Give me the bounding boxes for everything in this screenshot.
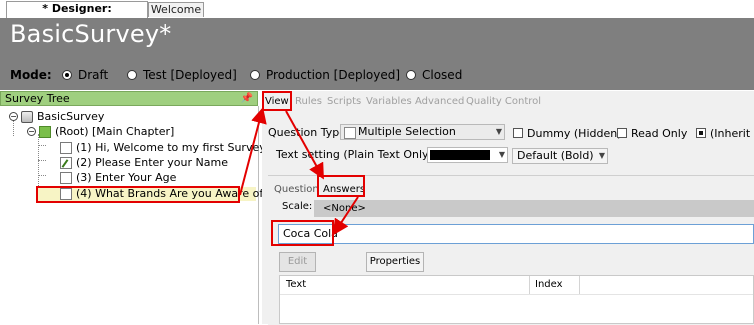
radio-icon [406, 70, 416, 80]
scale-label: Scale: [282, 201, 313, 212]
mode-radio-closed[interactable]: Closed [406, 68, 462, 82]
collapse-icon[interactable]: − [27, 127, 36, 136]
collapse-icon[interactable]: − [9, 112, 18, 121]
tree-node-label: (2) Please Enter your Name [76, 156, 228, 169]
column-header-text[interactable]: Text [286, 279, 306, 290]
survey-tree-title: Survey Tree [5, 92, 70, 105]
tab-variables[interactable]: Variables [366, 96, 412, 107]
question-type-value: Multiple Selection [358, 125, 456, 138]
column-header-index[interactable]: Index [535, 279, 563, 290]
radio-icon [127, 70, 137, 80]
tree-connector [38, 160, 46, 161]
text-question-icon [60, 156, 72, 169]
mode-option-label: Draft [78, 68, 109, 82]
chevron-down-icon: ▼ [495, 127, 502, 136]
tree-node-label: (Root) [Main Chapter] [55, 125, 175, 138]
mode-option-label: Test [Deployed] [143, 68, 237, 82]
survey-title: BasicSurvey* [10, 20, 172, 48]
tab-welcome[interactable]: Welcome [148, 2, 204, 17]
column-divider [579, 276, 580, 294]
font-style-select[interactable]: Default (Bold) ▼ [512, 148, 608, 164]
grid-header: Text Index [280, 276, 753, 295]
tree-node-question-1[interactable]: (1) Hi, Welcome to my first Survey [60, 141, 266, 154]
checkbox-label: Read Only [631, 127, 688, 140]
question-type-label: Question Type: [268, 126, 350, 139]
tab-advanced[interactable]: Advanced [415, 96, 464, 107]
dummy-hidden-checkbox[interactable] [513, 128, 523, 138]
info-question-icon [60, 141, 72, 154]
tree-connector [38, 134, 39, 194]
question-type-select[interactable]: Multiple Selection ▼ [340, 124, 505, 140]
numeric-question-icon [60, 171, 72, 184]
tab-rules[interactable]: Rules [295, 96, 322, 107]
chevron-down-icon: ▼ [498, 150, 505, 159]
scale-select[interactable]: <None> [314, 200, 754, 217]
mode-radio-draft[interactable]: Draft [62, 68, 108, 82]
tree-node-label: (1) Hi, Welcome to my first Survey [76, 141, 266, 154]
text-setting-label: Text setting (Plain Text Only): [276, 148, 437, 161]
radio-icon [250, 70, 260, 80]
answer-text-input[interactable]: Coca Cola [278, 224, 754, 244]
survey-tree-panel [0, 106, 259, 324]
tab-scripts[interactable]: Scripts [327, 96, 361, 107]
read-only-checkbox[interactable] [617, 128, 627, 138]
checkbox-label: (Inherit [710, 127, 751, 140]
checkbox-label: Dummy (Hidden) [527, 127, 622, 140]
tree-node-label: BasicSurvey [37, 110, 105, 123]
mode-radio-test[interactable]: Test [Deployed] [127, 68, 237, 82]
survey-icon [21, 110, 33, 123]
answers-grid[interactable]: Text Index [279, 275, 754, 324]
tree-connector [38, 145, 46, 146]
color-swatch [430, 150, 490, 160]
tree-node-chapter[interactable]: − (Root) [Main Chapter] [27, 125, 174, 138]
survey-tree-header: Survey Tree 📌 [0, 91, 258, 106]
annotation-box-answer-input [271, 220, 334, 246]
chevron-down-icon: ▼ [598, 151, 605, 160]
tree-node-question-2[interactable]: (2) Please Enter your Name [60, 156, 228, 169]
annotation-box-view-tab [262, 91, 292, 111]
mode-label: Mode: [10, 68, 52, 82]
font-style-value: Default (Bold) [517, 149, 594, 162]
scale-value: <None> [323, 203, 366, 214]
tab-designer[interactable]: * Designer: BasicSurvey [6, 1, 148, 29]
mode-radio-production[interactable]: Production [Deployed] [250, 68, 400, 82]
inherit-checkbox[interactable] [696, 128, 706, 138]
pin-icon[interactable]: 📌 [241, 92, 253, 105]
annotation-box-answers-tab [317, 175, 365, 197]
tree-node-question-3[interactable]: (3) Enter Your Age [60, 171, 176, 184]
text-color-picker[interactable]: ▼ [427, 147, 508, 163]
properties-button[interactable]: Properties [366, 252, 424, 272]
document-tab-strip: * Designer: BasicSurvey Welcome [0, 0, 754, 29]
mode-option-label: Closed [422, 68, 463, 82]
column-divider [529, 276, 530, 294]
radio-selected-icon [62, 70, 72, 80]
tab-quality-control[interactable]: Quality Control [466, 96, 541, 107]
tree-node-survey[interactable]: − BasicSurvey [9, 110, 104, 123]
tree-connector [38, 175, 46, 176]
annotation-box-question-4 [36, 186, 240, 203]
chapter-icon [39, 125, 51, 138]
multiple-selection-icon [344, 127, 356, 139]
tree-node-label: (3) Enter Your Age [76, 171, 177, 184]
edit-button[interactable]: Edit [279, 252, 316, 272]
mode-option-label: Production [Deployed] [266, 68, 401, 82]
tab-question[interactable]: Question [274, 184, 319, 195]
